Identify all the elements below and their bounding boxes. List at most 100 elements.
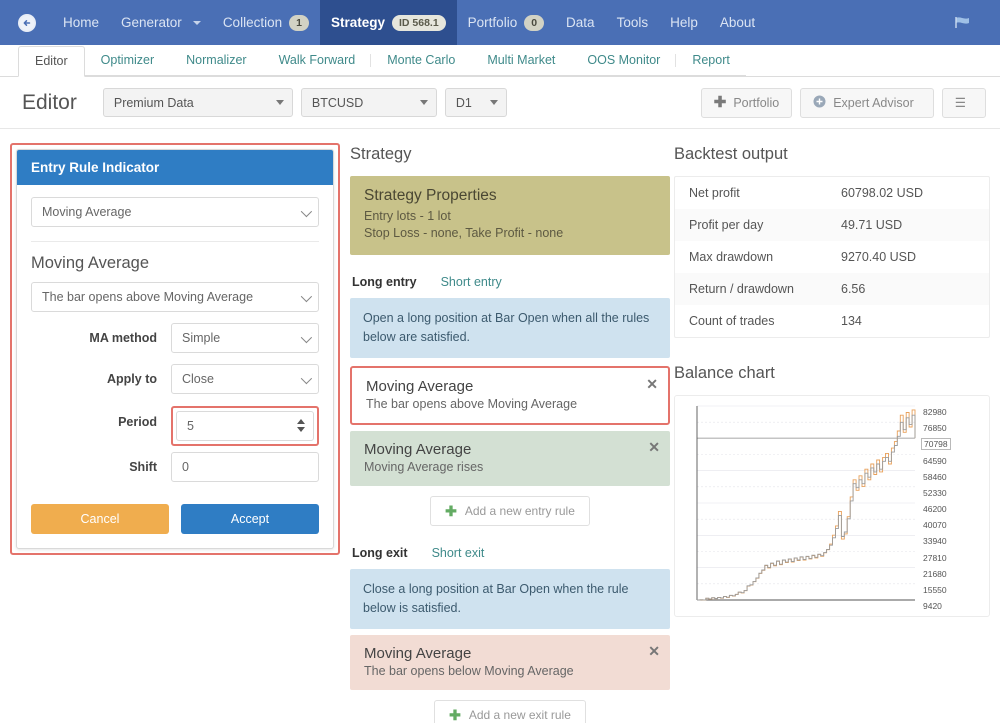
strategy-properties-card[interactable]: Strategy Properties Entry lots - 1 lot S…	[350, 176, 670, 255]
exit-direction-tabs: Long exit Short exit	[352, 546, 670, 560]
nav-label: Strategy	[331, 13, 385, 32]
entry-rule-card-2[interactable]: ✕ Moving Average Moving Average rises	[350, 431, 670, 486]
add-entry-rule-wrap: ✚ Add a new entry rule	[350, 496, 670, 526]
rule-description: The bar opens below Moving Average	[364, 664, 640, 678]
y-axis-tick-label: 40070	[923, 520, 947, 530]
nav-item-generator[interactable]: Generator	[110, 0, 212, 45]
metric-value: 6.56	[841, 282, 975, 296]
expert-advisor-button[interactable]: Expert Advisor	[800, 88, 934, 118]
field-row-shift: Shift	[31, 452, 319, 482]
strategy-properties-line2: Stop Loss - none, Take Profit - none	[364, 225, 656, 242]
nav-item-collection[interactable]: Collection 1	[212, 0, 320, 45]
add-exit-rule-button[interactable]: ✚ Add a new exit rule	[434, 700, 586, 723]
tab-editor[interactable]: Editor	[18, 46, 85, 77]
indicator-select[interactable]: Moving Average	[31, 197, 319, 227]
nav-item-portfolio[interactable]: Portfolio 0	[457, 0, 555, 45]
condition-select[interactable]: The bar opens above Moving Average	[31, 282, 319, 312]
dialog-actions: Cancel Accept	[31, 504, 319, 534]
table-row: Return / drawdown 6.56	[675, 273, 989, 305]
brand-logo-icon[interactable]	[18, 14, 36, 32]
plus-icon: ✚	[714, 95, 727, 110]
timeframe-select-wrap: D1	[445, 88, 507, 117]
cancel-button[interactable]: Cancel	[31, 504, 169, 534]
accept-button[interactable]: Accept	[181, 504, 319, 534]
content-area: Entry Rule Indicator Moving Average Movi…	[0, 129, 1000, 723]
y-axis-tick-label: 15550	[923, 585, 947, 595]
nav-item-home[interactable]: Home	[52, 0, 110, 45]
divider	[31, 241, 319, 242]
nav-item-data[interactable]: Data	[555, 0, 606, 45]
ma-method-select[interactable]: Simple	[171, 323, 319, 353]
nav-label: Tools	[617, 13, 649, 32]
nav-label: Help	[670, 13, 698, 32]
add-entry-rule-button[interactable]: ✚ Add a new entry rule	[430, 496, 590, 526]
y-axis-tick-label: 21680	[923, 569, 947, 579]
apply-to-label: Apply to	[31, 372, 171, 386]
tab-multi-market[interactable]: Multi Market	[471, 46, 571, 76]
tab-normalizer[interactable]: Normalizer	[170, 46, 262, 76]
tab-oos-monitor[interactable]: OOS Monitor	[571, 46, 676, 76]
entry-rule-dialog-column: Entry Rule Indicator Moving Average Movi…	[0, 143, 340, 723]
y-axis-tick-label: 27810	[923, 553, 947, 563]
strategy-properties-line1: Entry lots - 1 lot	[364, 208, 656, 225]
nav-item-help[interactable]: Help	[659, 0, 709, 45]
balance-chart-card: 8298076850707986459058460523304620040070…	[674, 395, 990, 617]
tab-label: Report	[692, 53, 730, 67]
nav-item-about[interactable]: About	[709, 0, 766, 45]
tab-long-exit[interactable]: Long exit	[352, 546, 408, 560]
flag-icon[interactable]	[954, 15, 976, 31]
backtest-heading: Backtest output	[674, 145, 990, 164]
y-axis-tick-label: 33940	[923, 536, 947, 546]
nav-label: Collection	[223, 13, 282, 32]
app-root: Home Generator Collection 1 Strategy ID …	[0, 0, 1000, 723]
shift-input[interactable]	[171, 452, 319, 482]
top-navbar: Home Generator Collection 1 Strategy ID …	[0, 0, 1000, 45]
close-icon[interactable]: ✕	[648, 644, 660, 658]
entry-info-text: Open a long position at Bar Open when al…	[350, 298, 670, 358]
add-to-portfolio-button[interactable]: ✚ Portfolio	[701, 88, 792, 118]
tab-monte-carlo[interactable]: Monte Carlo	[371, 46, 471, 76]
tab-short-exit[interactable]: Short exit	[432, 546, 485, 560]
tab-walk-forward[interactable]: Walk Forward	[263, 46, 372, 76]
tab-short-entry[interactable]: Short entry	[441, 275, 502, 289]
entry-rule-indicator-dialog: Entry Rule Indicator Moving Average Movi…	[16, 149, 334, 549]
metric-label: Return / drawdown	[689, 282, 841, 296]
period-highlight-outline	[171, 406, 319, 446]
tab-report[interactable]: Report	[676, 46, 746, 76]
dialog-body: Moving Average Moving Average The bar op…	[17, 185, 333, 548]
tab-optimizer[interactable]: Optimizer	[85, 46, 170, 76]
balance-chart-heading: Balance chart	[674, 364, 990, 383]
metric-label: Count of trades	[689, 314, 841, 328]
close-icon[interactable]: ✕	[646, 377, 658, 391]
nav-label: Data	[566, 13, 595, 32]
nav-item-tools[interactable]: Tools	[606, 0, 660, 45]
button-label: Expert Advisor	[833, 96, 914, 110]
metric-value: 49.71 USD	[841, 218, 975, 232]
page-title: Editor	[22, 91, 77, 115]
strategy-id-badge: ID 568.1	[392, 15, 446, 31]
table-row: Count of trades 134	[675, 305, 989, 337]
entry-rule-card-1[interactable]: ✕ Moving Average The bar opens above Mov…	[352, 368, 668, 423]
period-label: Period	[31, 415, 171, 429]
portfolio-count-badge: 0	[524, 15, 544, 31]
entry-direction-tabs: Long entry Short entry	[352, 275, 670, 289]
nav-label: About	[720, 13, 755, 32]
nav-item-strategy[interactable]: Strategy ID 568.1	[320, 0, 457, 45]
period-input[interactable]	[176, 411, 314, 441]
nav-label: Portfolio	[468, 13, 518, 32]
symbol-select[interactable]: BTCUSD	[301, 88, 437, 117]
data-source-select[interactable]: Premium Data	[103, 88, 293, 117]
metric-label: Net profit	[689, 186, 841, 200]
table-row: Net profit 60798.02 USD	[675, 177, 989, 209]
apply-to-select[interactable]: Close	[171, 364, 319, 394]
nav-label: Generator	[121, 13, 182, 32]
menu-button[interactable]: ☰	[942, 88, 986, 118]
timeframe-select[interactable]: D1	[445, 88, 507, 117]
rule-description: Moving Average rises	[364, 460, 640, 474]
indicator-select-wrap: Moving Average	[31, 197, 319, 227]
y-axis-current-value-label: 70798	[921, 438, 951, 450]
close-icon[interactable]: ✕	[648, 440, 660, 454]
exit-rule-card-1[interactable]: ✕ Moving Average The bar opens below Mov…	[350, 635, 670, 690]
tab-label: Normalizer	[186, 53, 246, 67]
tab-long-entry[interactable]: Long entry	[352, 275, 417, 289]
